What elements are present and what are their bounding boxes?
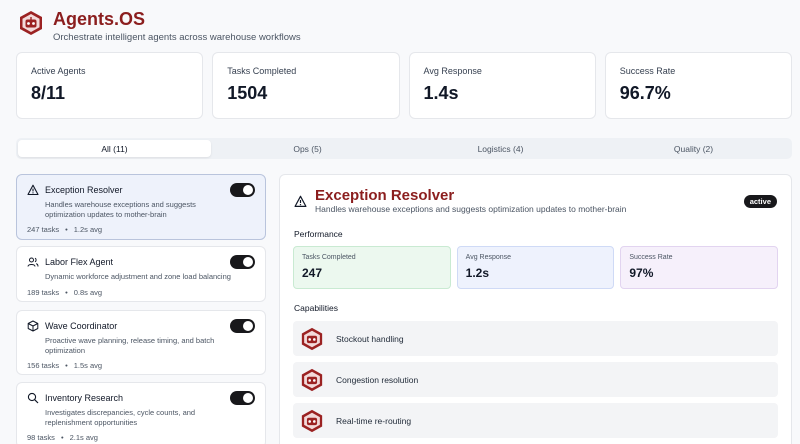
stat-label: Active Agents (31, 66, 86, 76)
separator-dot: • (65, 225, 68, 234)
detail-title: Exception Resolver (315, 187, 455, 204)
agent-description: Proactive wave planning, release timing,… (45, 336, 215, 355)
tab-all[interactable]: All (11) (18, 140, 211, 157)
capability-label: Congestion resolution (336, 374, 419, 385)
agent-name: Inventory Research (45, 393, 124, 403)
detail-description: Handles warehouse exceptions and suggest… (315, 204, 627, 214)
agent-card-labor-flex[interactable]: Labor Flex Agent Dynamic workforce adjus… (16, 246, 266, 302)
agent-task-count: 156 tasks (27, 361, 60, 370)
agent-task-count: 189 tasks (27, 287, 60, 297)
agent-description: Dynamic workforce adjustment and zone lo… (45, 272, 231, 281)
robot-logo-icon (20, 11, 42, 35)
robot-badge-icon (301, 368, 323, 391)
robot-badge-icon (301, 327, 323, 350)
agent-description: Handles warehouse exceptions and suggest… (45, 200, 196, 219)
perf-card-success: Success Rate 97% (620, 246, 779, 289)
perf-card-response: Avg Response 1.2s (456, 246, 615, 289)
agent-avg-time: 0.8s avg (73, 287, 103, 297)
stat-card-avg-response: Avg Response 1.4s (408, 52, 596, 119)
app-subtitle: Orchestrate intelligent agents across wa… (53, 32, 301, 43)
tab-ops[interactable]: Ops (5) (211, 140, 404, 157)
capability-label: Real-time re-routing (336, 415, 412, 426)
stat-value: 1.4s (423, 83, 459, 103)
perf-value: 247 (302, 266, 323, 280)
tab-quality[interactable]: Quality (2) (597, 140, 790, 157)
stats-row: Active Agents 8/11 Tasks Completed 1504 … (16, 52, 792, 119)
stat-value: 96.7% (619, 83, 671, 103)
agent-meta: 247 tasks • 1.2s avg (27, 225, 255, 234)
stat-value: 1504 (227, 83, 268, 103)
agent-detail-panel: Exception Resolver Handles warehouse exc… (279, 174, 792, 444)
perf-label: Success Rate (629, 254, 673, 261)
agent-enable-toggle[interactable] (230, 319, 255, 333)
agent-enable-toggle[interactable] (230, 255, 255, 269)
agent-enable-toggle[interactable] (230, 183, 255, 197)
stat-label: Success Rate (619, 66, 676, 76)
agent-avg-time: 1.5s avg (73, 361, 103, 370)
agent-name: Wave Coordinator (45, 321, 118, 331)
category-tabs: All (11) Ops (5) Logistics (4) Quality (… (16, 138, 792, 159)
search-icon (27, 392, 39, 404)
users-icon (27, 257, 39, 267)
tab-logistics[interactable]: Logistics (4) (404, 140, 597, 157)
agent-name: Labor Flex Agent (45, 257, 114, 267)
performance-heading: Performance (294, 229, 343, 239)
agent-description: Investigates discrepancies, cycle counts… (45, 408, 196, 427)
stat-card-success-rate: Success Rate 96.7% (604, 52, 792, 119)
separator-dot: • (65, 287, 68, 297)
agent-name: Exception Resolver (45, 185, 123, 195)
box-icon (27, 320, 39, 332)
agent-meta: 98 tasks • 2.1s avg (27, 433, 255, 442)
perf-label: Tasks Completed (302, 254, 356, 261)
perf-value: 1.2s (465, 266, 490, 280)
warning-triangle-icon (294, 195, 307, 207)
separator-dot: • (60, 433, 64, 442)
capability-item: Real-time re-routing (293, 403, 778, 438)
perf-label: Avg Response (465, 254, 512, 261)
agent-card-wave-coordinator[interactable]: Wave Coordinator Proactive wave planning… (16, 310, 266, 375)
app-title: Agents.OS (53, 9, 146, 29)
capabilities-heading: Capabilities (294, 303, 338, 313)
agent-avg-time: 1.2s avg (73, 225, 103, 234)
agent-task-count: 98 tasks (27, 433, 55, 442)
agent-card-exception-resolver[interactable]: Exception Resolver Handles warehouse exc… (16, 174, 266, 240)
agent-meta: 156 tasks • 1.5s avg (27, 361, 255, 370)
performance-cards: Tasks Completed 247 Avg Response 1.2s Su… (293, 246, 779, 289)
capability-label: Stockout handling (336, 333, 404, 344)
agent-enable-toggle[interactable] (230, 391, 255, 405)
stat-label: Avg Response (423, 66, 482, 76)
robot-badge-icon (301, 409, 323, 432)
status-badge: active (743, 195, 777, 208)
app-header: Agents.OS Orchestrate intelligent agents… (18, 8, 301, 43)
stat-card-tasks-completed: Tasks Completed 1504 (212, 52, 400, 119)
capability-item: Stockout handling (293, 321, 778, 356)
agent-avg-time: 2.1s avg (69, 433, 98, 442)
warning-triangle-icon (27, 184, 39, 196)
agent-meta: 189 tasks • 0.8s avg (27, 288, 255, 297)
agent-card-inventory-research[interactable]: Inventory Research Investigates discrepa… (16, 382, 266, 444)
capability-item: Congestion resolution (293, 362, 778, 397)
perf-card-tasks: Tasks Completed 247 (293, 246, 451, 289)
stat-card-active-agents: Active Agents 8/11 (16, 52, 204, 119)
separator-dot: • (65, 361, 68, 370)
stat-label: Tasks Completed (227, 66, 297, 76)
agent-task-count: 247 tasks (27, 225, 60, 234)
perf-value: 97% (629, 266, 654, 280)
stat-value: 8/11 (31, 83, 66, 103)
